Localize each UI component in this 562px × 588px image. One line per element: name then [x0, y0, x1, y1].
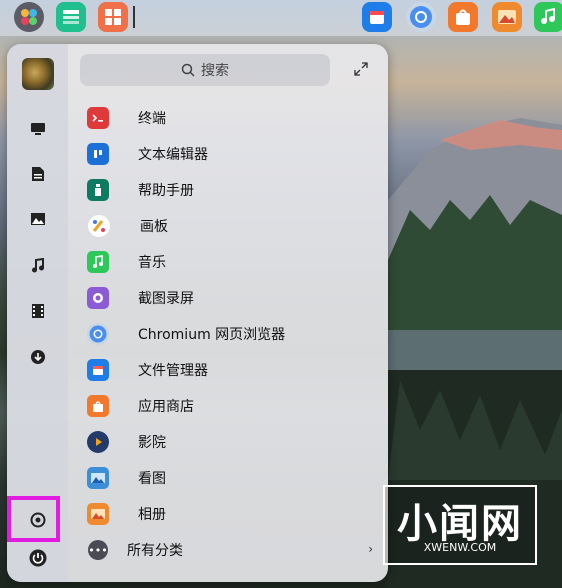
- app-item-movie[interactable]: 影院: [87, 424, 367, 460]
- taskbar-separator: [133, 6, 135, 28]
- screenshot-icon: [87, 287, 109, 309]
- music-icon[interactable]: [26, 254, 50, 278]
- fullscreen-expand-icon[interactable]: [353, 61, 371, 79]
- image-viewer-icon: [87, 467, 109, 489]
- search-placeholder: 搜索: [201, 63, 229, 79]
- watermark-url: XWENW.COM: [423, 541, 497, 554]
- terminal-icon: [87, 107, 109, 129]
- search-icon: [181, 63, 195, 77]
- taskbar: [0, 0, 562, 36]
- help-manual-icon: [87, 179, 109, 201]
- app-item-help-manual[interactable]: 帮助手册: [87, 172, 367, 208]
- app-label: 影院: [138, 435, 166, 451]
- app-item-music[interactable]: 音乐: [87, 244, 367, 280]
- downloads-icon[interactable]: [26, 345, 50, 369]
- app-label: 文本编辑器: [138, 147, 208, 163]
- music-icon[interactable]: [534, 2, 562, 32]
- settings-highlight-box: [7, 496, 60, 542]
- launcher-icon[interactable]: [14, 2, 44, 32]
- power-icon[interactable]: [26, 546, 50, 570]
- more-dots-icon: •••: [88, 540, 108, 560]
- image-viewer-icon[interactable]: [492, 2, 522, 32]
- app-label: 画板: [140, 219, 168, 235]
- music-icon: [87, 251, 109, 273]
- album-icon: [87, 503, 109, 525]
- file-manager-icon: [87, 359, 109, 381]
- app-item-text-editor[interactable]: 文本编辑器: [87, 136, 367, 172]
- search-input[interactable]: 搜索: [80, 54, 330, 86]
- chromium-icon: [87, 323, 109, 345]
- app-item-chromium[interactable]: Chromium 网页浏览器: [87, 316, 367, 352]
- movie-icon: [87, 431, 109, 453]
- app-item-screenshot[interactable]: 截图录屏: [87, 280, 367, 316]
- app-label: 截图录屏: [138, 291, 194, 307]
- all-categories-label: 所有分类: [127, 543, 183, 559]
- app-label: 终端: [138, 111, 166, 127]
- text-editor-icon: [87, 143, 109, 165]
- app-item-image-viewer[interactable]: 看图: [87, 460, 367, 496]
- videos-icon[interactable]: [26, 299, 50, 323]
- multitask-view-icon[interactable]: [56, 2, 86, 32]
- app-item-draw[interactable]: 画板: [87, 208, 367, 244]
- app-label: Chromium 网页浏览器: [138, 327, 286, 343]
- app-label: 相册: [138, 507, 166, 523]
- workspace-icon[interactable]: [98, 2, 128, 32]
- app-item-album[interactable]: 相册: [87, 496, 367, 532]
- app-label: 文件管理器: [138, 363, 208, 379]
- app-item-app-store[interactable]: 应用商店: [87, 388, 367, 424]
- app-label: 应用商店: [138, 399, 194, 415]
- app-item-terminal[interactable]: 终端: [87, 100, 367, 136]
- avatar[interactable]: [22, 58, 54, 90]
- chevron-right-icon: ›: [368, 542, 373, 556]
- documents-icon[interactable]: [26, 162, 50, 186]
- watermark: 小闻网 XWENW.COM: [383, 485, 537, 565]
- launcher-sidebar: [7, 44, 68, 582]
- pictures-icon[interactable]: [26, 207, 50, 231]
- chromium-icon[interactable]: [406, 2, 436, 32]
- app-label: 帮助手册: [138, 183, 194, 199]
- file-manager-icon[interactable]: [362, 2, 392, 32]
- app-store-icon[interactable]: [448, 2, 478, 32]
- app-label: 看图: [138, 471, 166, 487]
- app-store-icon: [87, 395, 109, 417]
- all-categories-button[interactable]: ••• 所有分类 ›: [87, 536, 377, 564]
- app-label: 音乐: [138, 255, 166, 271]
- draw-icon: [87, 214, 111, 238]
- launcher-menu: 搜索 终端 文本编辑器 帮助手册 画板 音乐 截图录屏 Chromium 网页浏…: [7, 44, 388, 582]
- computer-icon[interactable]: [26, 117, 50, 141]
- app-item-file-manager[interactable]: 文件管理器: [87, 352, 367, 388]
